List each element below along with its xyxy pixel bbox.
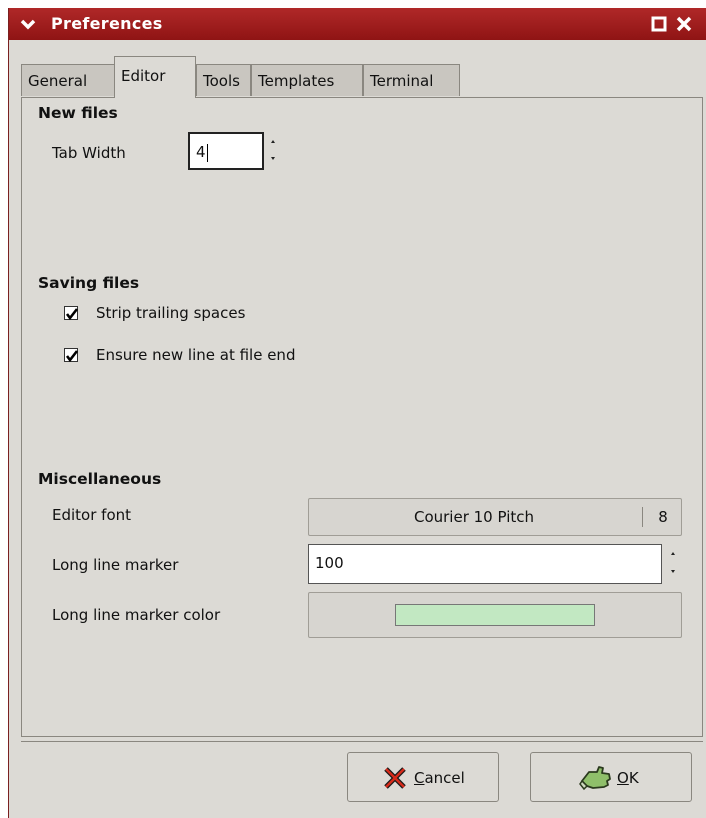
color-swatch <box>395 604 595 626</box>
long-line-color-label: Long line marker color <box>52 606 221 624</box>
long-line-marker-input[interactable]: 100 <box>308 544 662 584</box>
long-line-marker-label: Long line marker <box>52 556 179 574</box>
check-icon <box>65 308 79 321</box>
editor-font-name: Courier 10 Pitch <box>413 508 535 526</box>
cancel-button[interactable]: Cancel <box>347 752 499 802</box>
editor-font-size: 8 <box>658 508 668 526</box>
tab-label: Editor <box>121 67 166 85</box>
long-line-color-button[interactable] <box>308 592 682 638</box>
maximize-icon[interactable] <box>650 15 668 33</box>
tab-tools[interactable]: Tools <box>196 64 251 96</box>
check-icon <box>65 350 79 363</box>
tab-templates[interactable]: Templates <box>251 64 363 96</box>
cancel-label: Cancel <box>414 769 465 787</box>
tab-width-stepper[interactable] <box>268 136 278 166</box>
tab-editor[interactable]: Editor <box>114 56 196 98</box>
tab-width-label: Tab Width <box>52 144 126 162</box>
strip-trailing-checkbox[interactable] <box>64 306 79 321</box>
tab-label: Terminal <box>370 72 434 90</box>
tab-label: Tools <box>203 72 240 90</box>
chevron-down-icon[interactable] <box>19 15 37 33</box>
ensure-newline-label[interactable]: Ensure new line at file end <box>96 346 295 364</box>
misc-heading: Miscellaneous <box>38 470 162 488</box>
title-bar[interactable]: Preferences <box>9 8 706 40</box>
tab-terminal[interactable]: Terminal <box>363 64 460 96</box>
strip-trailing-label[interactable]: Strip trailing spaces <box>96 304 245 322</box>
ok-hand-icon <box>579 763 613 797</box>
cancel-x-icon <box>382 765 408 795</box>
editor-font-label: Editor font <box>52 506 132 524</box>
window-title: Preferences <box>51 14 163 33</box>
tab-width-value: 4 <box>196 143 206 161</box>
tab-width-input[interactable]: 4 <box>188 132 264 170</box>
saving-files-heading: Saving files <box>38 274 140 292</box>
editor-font-button[interactable]: Courier 10 Pitch 8 <box>308 498 682 536</box>
editor-panel: New files Tab Width 4 Saving files Strip… <box>21 97 703 737</box>
button-divider <box>21 741 703 742</box>
new-files-heading: New files <box>38 104 118 122</box>
close-icon[interactable] <box>675 15 693 33</box>
tab-general[interactable]: General <box>21 64 115 96</box>
ok-button[interactable]: OK <box>530 752 692 802</box>
tab-label: General <box>28 72 88 90</box>
long-line-marker-stepper[interactable] <box>668 548 678 580</box>
ensure-newline-checkbox[interactable] <box>64 348 79 363</box>
long-line-marker-value: 100 <box>315 554 344 572</box>
ok-label: OK <box>617 769 639 787</box>
preferences-window: Preferences General Editor Tools Templat… <box>8 8 706 818</box>
tab-label: Templates <box>258 72 335 90</box>
